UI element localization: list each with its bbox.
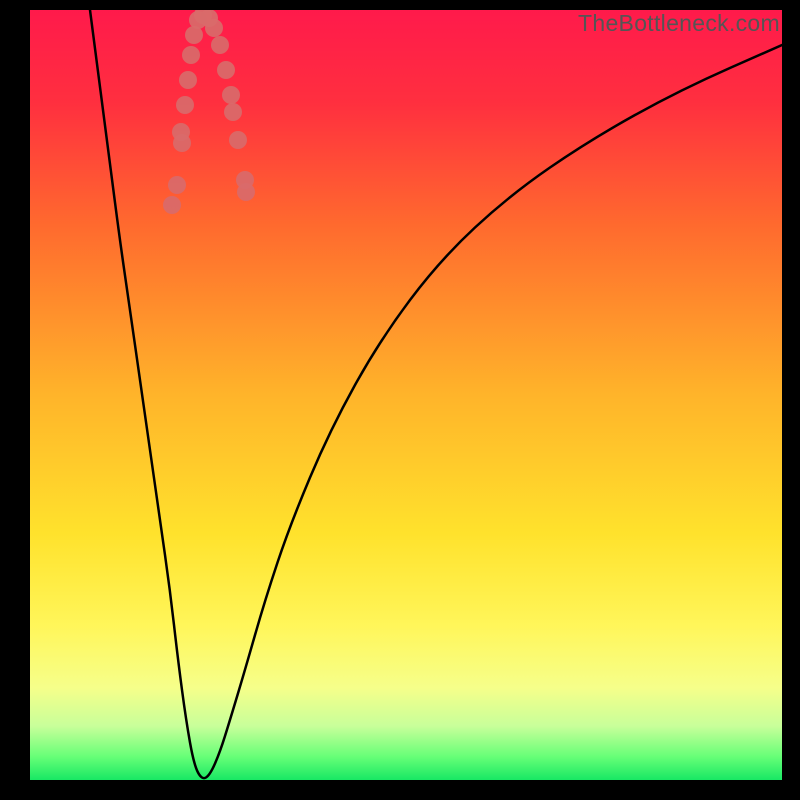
data-point bbox=[211, 36, 229, 54]
data-point bbox=[168, 176, 186, 194]
data-point bbox=[229, 131, 247, 149]
data-point bbox=[205, 19, 223, 37]
plot-area bbox=[30, 10, 782, 780]
plot-svg bbox=[30, 10, 782, 780]
data-point bbox=[217, 61, 235, 79]
data-point bbox=[224, 103, 242, 121]
data-point bbox=[179, 71, 197, 89]
chart-frame: TheBottleneck.com bbox=[0, 0, 800, 800]
data-point bbox=[163, 196, 181, 214]
watermark-text: TheBottleneck.com bbox=[578, 10, 780, 37]
data-point bbox=[237, 183, 255, 201]
data-point bbox=[176, 96, 194, 114]
data-point bbox=[173, 134, 191, 152]
data-point bbox=[182, 46, 200, 64]
data-point bbox=[222, 86, 240, 104]
